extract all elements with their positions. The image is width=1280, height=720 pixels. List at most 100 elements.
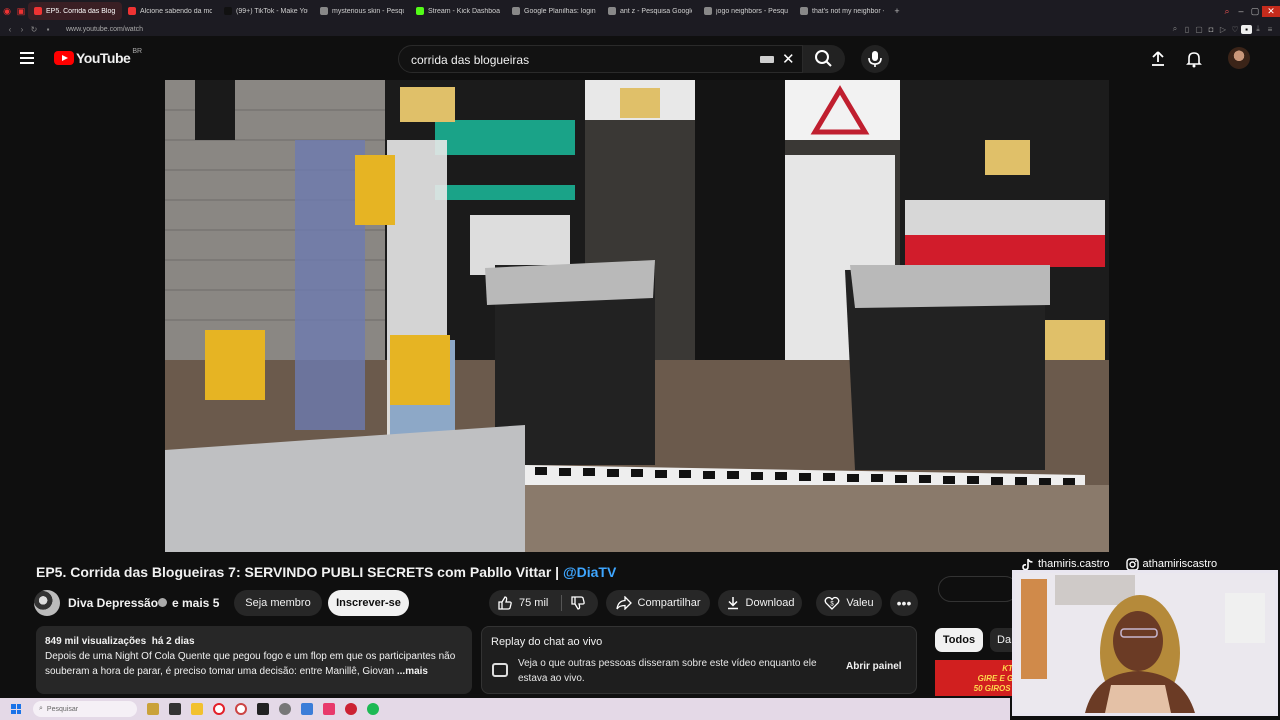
url-field[interactable]: www.youtube.com/watch (66, 26, 143, 33)
bookmark-icon[interactable]: ▢ (1193, 25, 1205, 34)
browser-tab[interactable]: ant z - Pesquisa Google (602, 2, 698, 20)
related-search-field[interactable] (938, 576, 1018, 602)
voice-search-button[interactable] (861, 45, 889, 73)
dislike-icon[interactable] (570, 595, 586, 611)
new-tab-button[interactable]: + (890, 6, 904, 16)
play-icon[interactable]: ▷ (1217, 25, 1229, 34)
capture-app-icon[interactable] (257, 703, 269, 715)
tiktok-app-icon[interactable] (323, 703, 335, 715)
taskbar-search[interactable]: ⌕ Pesquisar (33, 701, 137, 717)
thanks-button[interactable]: $ Valeu (816, 590, 882, 616)
obs-icon[interactable] (345, 703, 357, 715)
notifications-bell-icon[interactable] (1184, 49, 1204, 69)
spotify-icon[interactable] (367, 703, 379, 715)
wallet-icon[interactable]: ◘ (1205, 25, 1217, 34)
browser-sidebar-icon[interactable]: ▣ (14, 6, 28, 17)
extensions-menu-icon[interactable]: ≡ (1264, 25, 1276, 34)
video-player[interactable] (165, 80, 1109, 552)
view-count: 849 mil visualizações (45, 636, 147, 647)
tiktok-icon (1022, 558, 1033, 570)
like-dislike-group: 75 mil (489, 590, 598, 616)
back-icon[interactable]: ‹ (4, 25, 16, 34)
youtube-header: YouTube BR ✕ (0, 36, 1280, 80)
snapshot-icon[interactable]: ▯ (1181, 25, 1193, 34)
open-chat-button[interactable]: Abrir painel (846, 661, 902, 672)
logo-text: YouTube (76, 50, 131, 66)
opera-gx-icon[interactable] (235, 703, 247, 715)
description-stats: 849 mil visualizações há 2 dias (45, 634, 463, 649)
description-text-wrap: Depois de uma Night Of Cola Quente que p… (45, 649, 463, 679)
share-icon (615, 596, 632, 610)
instagram-handle-text: athamiriscastro (1142, 558, 1218, 570)
description-box[interactable]: 849 mil visualizações há 2 dias Depois d… (36, 626, 472, 694)
minimize-icon[interactable]: – (1234, 6, 1248, 16)
browser-tab-bar: ◉ ▣ EP5. Corrida das Blog Alcione sabendo… (0, 0, 1280, 22)
chat-replay-text: Veja o que outras pessoas disseram sobre… (518, 658, 817, 684)
youtube-play-icon (54, 51, 74, 65)
chip-all[interactable]: Todos (935, 628, 983, 652)
channel-name[interactable]: Diva Depressão (68, 596, 158, 610)
maximize-icon[interactable]: ▢ (1248, 6, 1262, 17)
search-tabs-icon[interactable]: ⌕ (1220, 6, 1234, 17)
taskbar-app-2-icon[interactable] (169, 703, 181, 715)
profile-icon[interactable]: ▪ (1241, 24, 1252, 34)
video-title: EP5. Corrida das Blogueiras 7: SERVINDO … (36, 564, 616, 580)
tab-title: ant z - Pesquisa Google (620, 7, 692, 15)
account-avatar[interactable] (1228, 47, 1250, 69)
windows-taskbar: ⌕ Pesquisar (0, 698, 1010, 720)
upload-date: há 2 dias (151, 636, 195, 647)
browser-tab[interactable]: mysterious skin - Pesquis (314, 2, 410, 20)
browser-tab[interactable]: that's not my neighbor - P (794, 2, 890, 20)
file-explorer-icon[interactable] (191, 703, 203, 715)
site-info-icon[interactable]: ▪ (42, 25, 54, 34)
search-input[interactable] (411, 53, 741, 67)
downloads-icon[interactable]: ⤓ (1252, 24, 1264, 34)
forward-icon[interactable]: › (16, 25, 28, 34)
tab-favicon-icon (512, 7, 520, 15)
download-button[interactable]: Download (718, 590, 802, 616)
ad-line-3: 50 GIROS G (973, 684, 1019, 693)
chat-icon (492, 663, 508, 677)
youtube-logo[interactable]: YouTube BR (54, 48, 142, 66)
windows-start-icon[interactable] (11, 704, 21, 714)
tab-title: Stream - Kick Dashboard (428, 7, 500, 15)
browser-tab[interactable]: EP5. Corrida das Blog (28, 2, 122, 20)
settings-icon[interactable] (279, 703, 291, 715)
tab-favicon-icon (416, 7, 424, 15)
browser-tab[interactable]: jogo neighbors - Pesquis (698, 2, 794, 20)
subscribe-button[interactable]: Inscrever-se (328, 590, 409, 616)
ad-line-2: GIRE E GA (977, 674, 1019, 683)
close-window-icon[interactable]: ✕ (1262, 5, 1280, 17)
reload-icon[interactable]: ↻ (28, 25, 40, 34)
search-button[interactable] (803, 45, 845, 73)
upload-icon[interactable] (1148, 49, 1168, 69)
keyboard-icon[interactable] (760, 56, 774, 63)
thanks-label: Valeu (846, 597, 874, 609)
channel-avatar[interactable] (34, 590, 60, 616)
more-actions-button[interactable]: ••• (890, 590, 918, 616)
share-button[interactable]: Compartilhar (606, 590, 710, 616)
video-title-text: EP5. Corrida das Blogueiras 7: SERVINDO … (36, 564, 563, 580)
like-count[interactable]: 75 mil (519, 597, 548, 609)
microphone-icon (868, 51, 882, 67)
browser-tab[interactable]: Alcione sabendo da mort (122, 2, 218, 20)
photos-icon[interactable] (301, 703, 313, 715)
show-more-link[interactable]: ...mais (397, 666, 428, 677)
search-icon (815, 50, 832, 67)
zoom-icon[interactable]: ⌕ (1169, 24, 1181, 34)
join-button[interactable]: Seja membro (234, 590, 322, 616)
channel-collaborators[interactable]: e mais 5 (172, 596, 219, 610)
hamburger-menu-icon[interactable] (20, 52, 34, 64)
browser-menu-icon[interactable]: ◉ (0, 6, 14, 17)
heart-icon[interactable]: ♡ (1229, 25, 1241, 34)
opera-icon[interactable] (213, 703, 225, 715)
video-title-tag-link[interactable]: @DiaTV (563, 564, 616, 580)
chat-replay-title: Replay do chat ao vivo (491, 636, 603, 648)
like-icon[interactable] (497, 595, 513, 611)
clear-search-icon[interactable]: ✕ (782, 50, 795, 68)
chat-replay-panel: Replay do chat ao vivo Veja o que outras… (481, 626, 917, 694)
browser-tab[interactable]: Stream - Kick Dashboard (410, 2, 506, 20)
taskbar-app-1-icon[interactable] (147, 703, 159, 715)
browser-tab[interactable]: (99+) TikTok - Make Your (218, 2, 314, 20)
browser-tab[interactable]: Google Planilhas: login (506, 2, 602, 20)
